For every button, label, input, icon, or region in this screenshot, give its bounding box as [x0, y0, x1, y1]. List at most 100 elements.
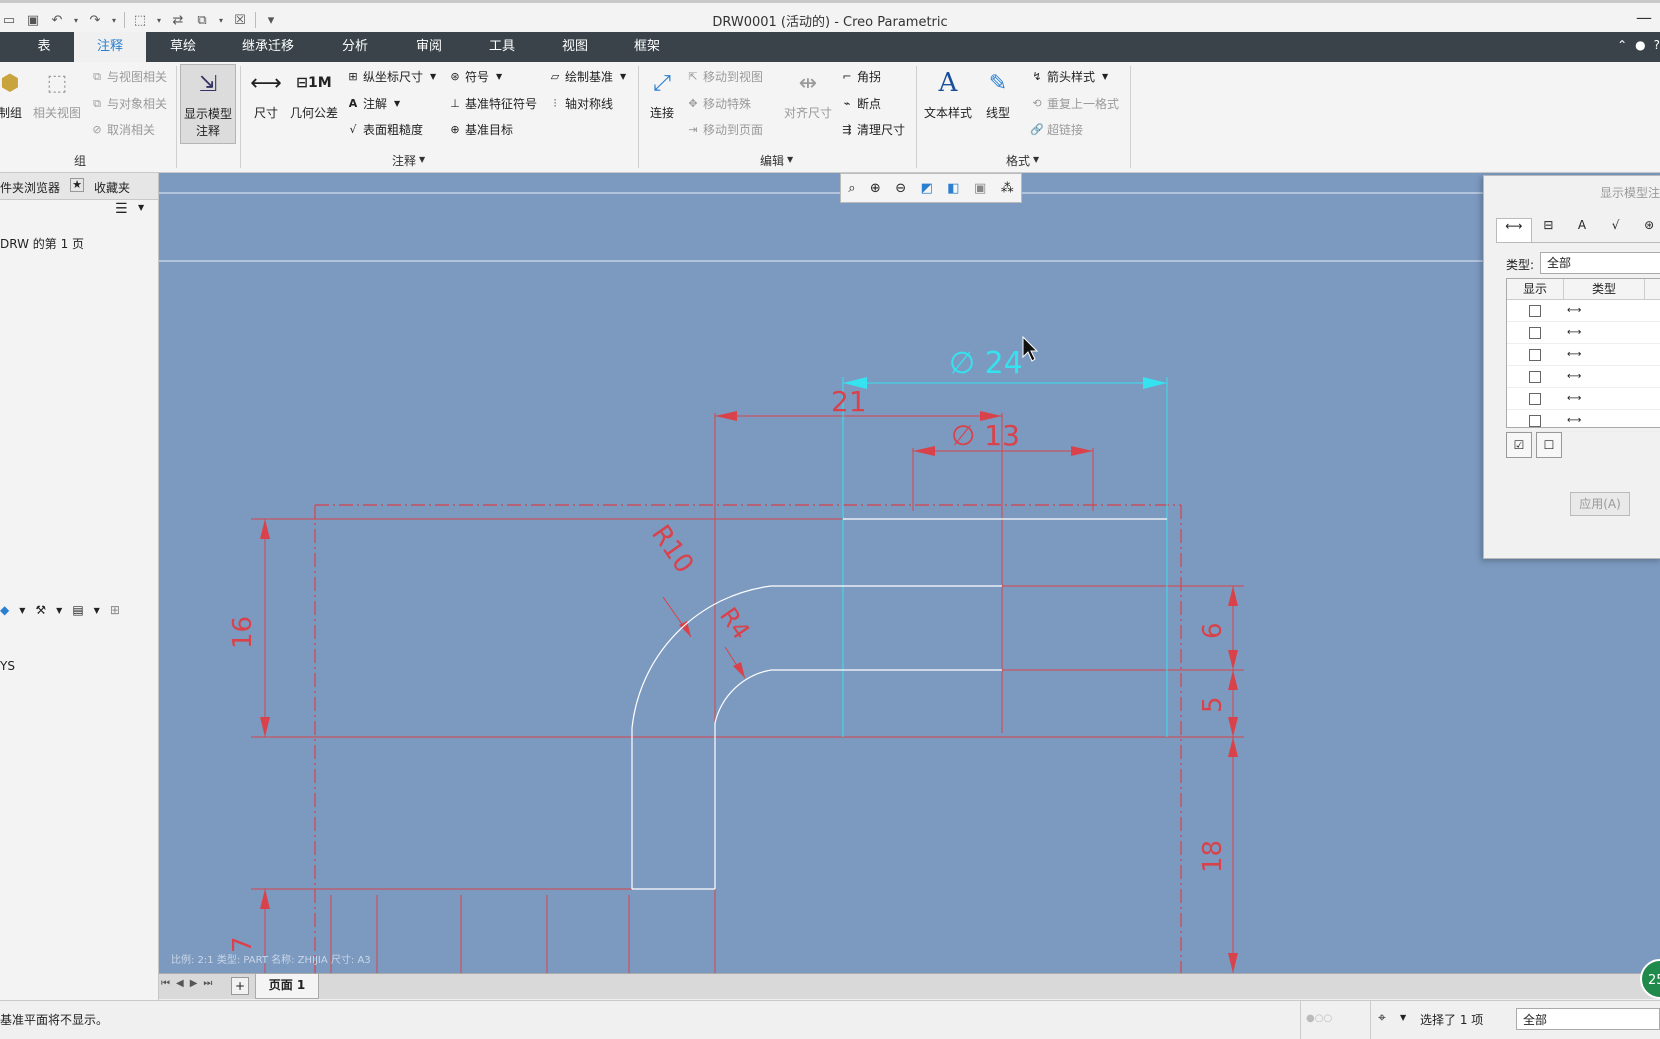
save-icon[interactable]: ▣ [24, 11, 42, 29]
user-icon[interactable]: ● [1635, 38, 1645, 52]
surface-finish-tab-icon[interactable]: √ [1599, 218, 1633, 242]
tab-table[interactable]: 表 [26, 32, 62, 62]
undo-icon[interactable]: ↶ [48, 11, 66, 29]
dim-7[interactable]: 7 [228, 936, 258, 953]
connect-button[interactable]: ⤢ 连接 [644, 66, 680, 121]
saved-views-icon[interactable]: ▣ [974, 181, 986, 196]
collapse-ribbon-icon[interactable]: ⌃ [1617, 38, 1627, 52]
datum-feature-symbol-button[interactable]: ⊥ 基准特征符号 [448, 95, 537, 112]
refit-icon[interactable]: ⌕ [848, 181, 855, 196]
display-style-icon[interactable]: ◧ [947, 181, 959, 196]
page-tab-1[interactable]: 页面 1 [255, 974, 319, 999]
group-label-format[interactable]: 格式 ▼ [1006, 152, 1039, 169]
find-icon[interactable]: ⌖ [1378, 1010, 1386, 1026]
select-box-icon[interactable]: ⬚ [131, 11, 149, 29]
corner-button[interactable]: ⌐ 角拐 [840, 68, 881, 85]
tree-item-page[interactable]: DRW 的第 1 页 [0, 235, 84, 252]
show-checkbox[interactable] [1529, 414, 1541, 427]
repeat-format-button[interactable]: ⟲ 重复上一格式 [1030, 95, 1119, 112]
cleanup-dimensions-button[interactable]: ⇶ 清理尺寸 [840, 121, 905, 138]
note-tab-icon[interactable]: A [1565, 218, 1599, 242]
hyperlink-button[interactable]: 🔗 超链接 [1030, 121, 1083, 138]
dimension-button[interactable]: ⟷ 尺寸 [248, 66, 284, 121]
first-page-icon[interactable]: ⏮ [161, 978, 170, 989]
surface-finish-button[interactable]: √ 表面粗糙度 [346, 121, 423, 138]
tab-analysis[interactable]: 分析 [330, 32, 380, 62]
help-icon[interactable]: ? [1654, 38, 1660, 52]
undo-dropdown-icon[interactable]: ▾ [72, 11, 80, 29]
dim-r4[interactable]: R4 [714, 602, 755, 644]
tab-legacy-migration[interactable]: 继承迁移 [232, 32, 304, 62]
filter-icon[interactable]: ⊞ [110, 603, 120, 617]
chevron-down-icon[interactable]: ▼ [94, 606, 100, 615]
tab-frame[interactable]: 框架 [622, 32, 672, 62]
show-icon[interactable]: ▤ [72, 603, 83, 617]
arrow-style-button[interactable]: ↯ 箭头样式 ▼ [1030, 68, 1112, 85]
dim-6[interactable]: 6 [1198, 622, 1228, 639]
symbol-button[interactable]: ⊛ 符号 ▼ [448, 68, 506, 85]
tab-view[interactable]: 视图 [550, 32, 600, 62]
move-to-page-button[interactable]: ⇥ 移动到页面 [686, 121, 763, 138]
zoom-in-icon[interactable]: ⊕ [870, 181, 881, 196]
dim-21[interactable]: 21 [831, 385, 867, 418]
chevron-down-icon[interactable]: ▼ [19, 606, 25, 615]
show-checkbox[interactable] [1529, 326, 1541, 339]
prev-page-icon[interactable]: ◀ [176, 978, 184, 989]
show-checkbox[interactable] [1529, 304, 1541, 317]
breakpoint-button[interactable]: ⌁ 断点 [840, 95, 881, 112]
drawing-canvas[interactable]: ∅ 24 21 ∅ 13 R10 R4 16 6 5 18 7 比例: 2:1 … [159, 173, 1660, 973]
dim-5[interactable]: 5 [1198, 696, 1228, 713]
move-to-view-button[interactable]: ⇱ 移动到视图 [686, 68, 763, 85]
group-label-annotate[interactable]: 注释 ▼ [392, 152, 425, 169]
note-button[interactable]: A 注解 ▼ [346, 95, 404, 112]
gtol-button[interactable]: ⊟1M 几何公差 [288, 66, 340, 121]
object-related-button[interactable]: ⧉ 与对象相关 [90, 95, 167, 112]
draw-datum-button[interactable]: ▱ 绘制基准 ▼ [548, 68, 630, 85]
tab-annotate[interactable]: 注释 [74, 32, 146, 62]
deselect-all-icon[interactable]: ☐ [1536, 432, 1562, 458]
tab-favorites[interactable]: 收藏夹 [94, 179, 130, 196]
repaint-icon[interactable]: ◩ [921, 181, 933, 196]
symbol-tab-icon[interactable]: ⊛ [1632, 218, 1660, 242]
windows-dropdown-icon[interactable]: ▾ [217, 11, 225, 29]
datum-display-icon[interactable]: ⁂ [1001, 181, 1014, 196]
apply-button[interactable]: 应用(A) [1570, 492, 1630, 516]
align-dimensions-button[interactable]: ⇹ 对齐尺寸 [782, 66, 834, 121]
show-checkbox[interactable] [1529, 392, 1541, 405]
add-page-button[interactable]: + [231, 977, 249, 995]
datum-target-button[interactable]: ⊕ 基准目标 [448, 121, 513, 138]
dim-r10[interactable]: R10 [645, 520, 699, 579]
dim-18[interactable]: 18 [1198, 840, 1228, 873]
redo-icon[interactable]: ↷ [86, 11, 104, 29]
select-all-icon[interactable]: ☑ [1506, 432, 1532, 458]
line-style-button[interactable]: ✎ 线型 [978, 66, 1018, 121]
related-view-button[interactable]: ⬚ 相关视图 [32, 66, 82, 121]
dim-16[interactable]: 16 [228, 616, 258, 649]
type-select[interactable]: 全部 [1540, 252, 1660, 274]
select-dropdown-icon[interactable]: ▾ [155, 11, 163, 29]
next-page-icon[interactable]: ▶ [190, 978, 198, 989]
tab-sketch[interactable]: 草绘 [160, 32, 206, 62]
dim-phi24[interactable]: ∅ 24 [949, 346, 1023, 381]
open-icon[interactable]: ▭ [0, 11, 18, 29]
windows-icon[interactable]: ⧉ [193, 11, 211, 29]
selection-filter[interactable]: 全部 [1516, 1008, 1660, 1030]
close-window-icon[interactable]: ☒ [231, 11, 249, 29]
regenerate-icon[interactable]: ⇄ [169, 11, 187, 29]
tree-item-csys[interactable]: YS [0, 659, 15, 673]
cancel-related-button[interactable]: ⊘ 取消相关 [90, 121, 155, 138]
chevron-down-icon[interactable]: ▼ [1400, 1013, 1406, 1022]
minimize-button[interactable]: — [1636, 8, 1652, 27]
tab-tools[interactable]: 工具 [477, 32, 527, 62]
show-checkbox[interactable] [1529, 370, 1541, 383]
dim-phi13[interactable]: ∅ 13 [951, 419, 1020, 452]
tree-settings-icon[interactable]: ☰ [115, 201, 128, 217]
customize-dropdown-icon[interactable]: ▾ [262, 11, 280, 29]
ordinate-dimension-button[interactable]: ⊞ 纵坐标尺寸 ▼ [346, 68, 440, 85]
group-label-edit[interactable]: 编辑 ▼ [760, 152, 793, 169]
redo-dropdown-icon[interactable]: ▾ [110, 11, 118, 29]
tab-review[interactable]: 审阅 [404, 32, 454, 62]
gtol-tab-icon[interactable]: ⊟ [1532, 218, 1566, 242]
text-style-button[interactable]: A 文本样式 [922, 66, 974, 121]
layer-icon[interactable]: ◆ [0, 603, 9, 617]
